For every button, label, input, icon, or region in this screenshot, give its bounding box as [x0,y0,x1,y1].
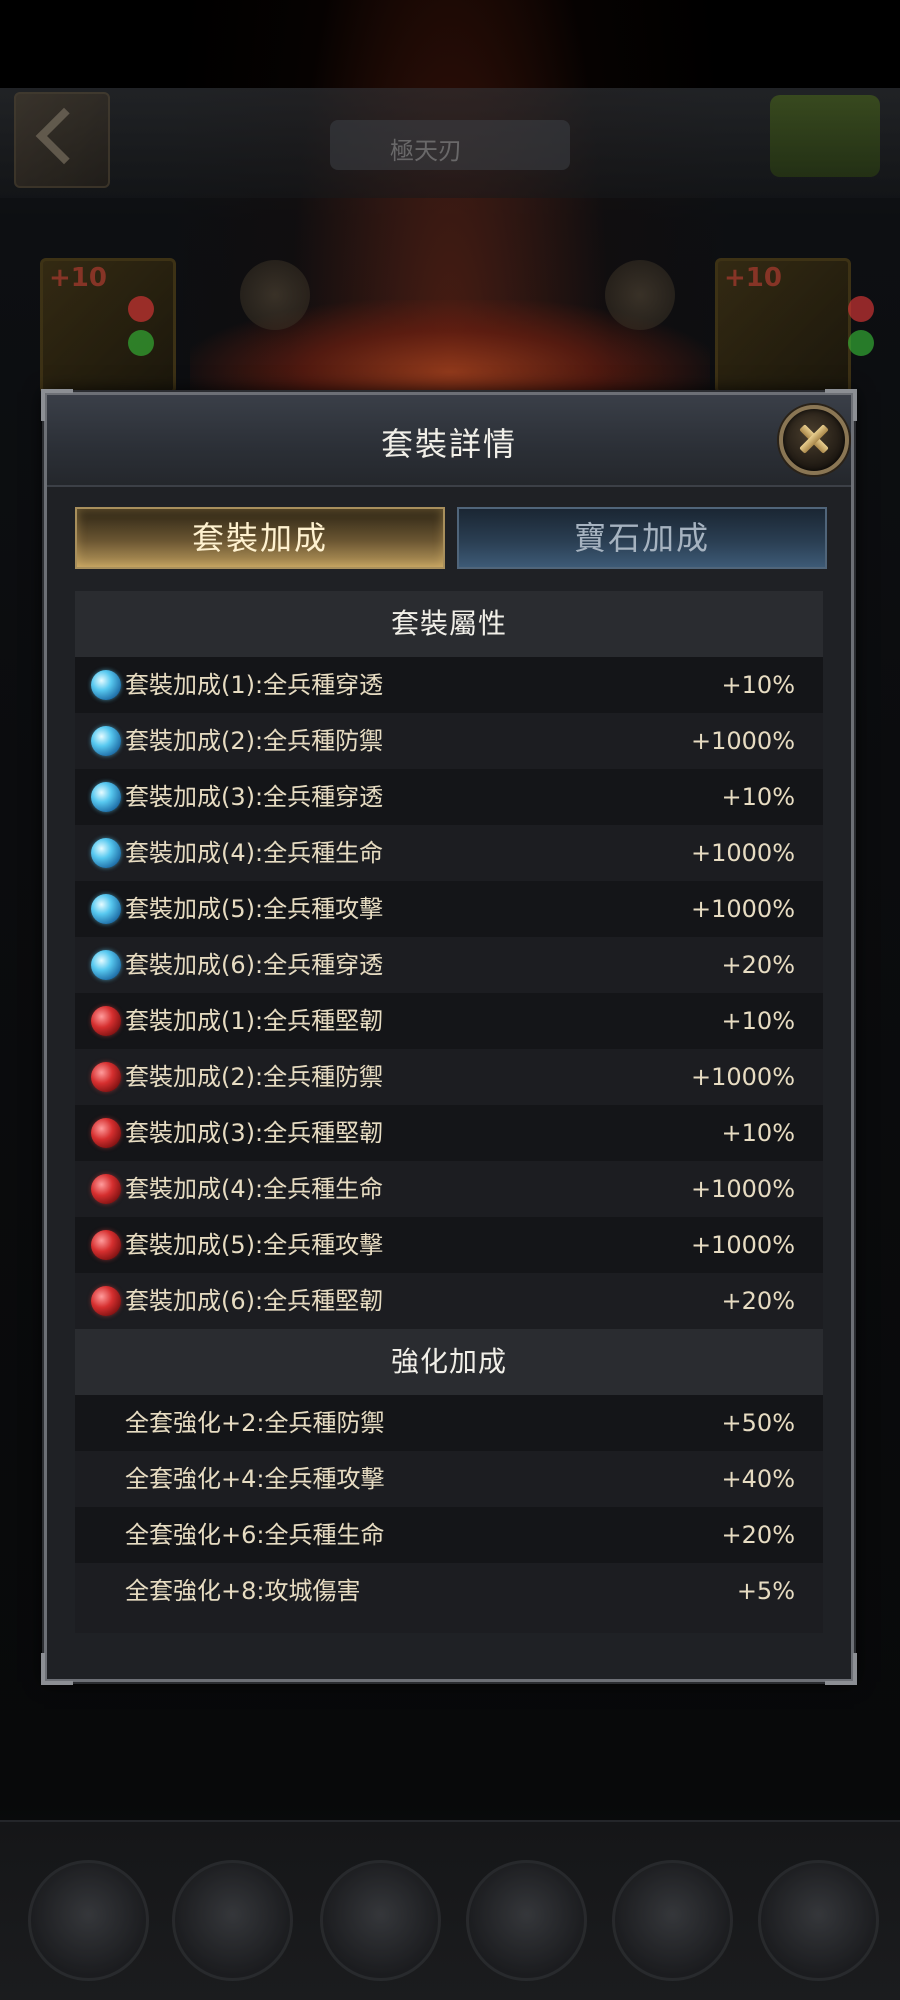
bonus-label: 套裝加成(4):全兵種生命 [125,839,384,867]
bonus-value: +10% [721,783,795,811]
bonus-value: +1000% [691,895,795,923]
bonus-value: +1000% [691,1231,795,1259]
enhance-value: +5% [736,1577,795,1605]
close-button[interactable] [779,405,849,475]
bonus-value: +20% [721,951,795,979]
bottom-nav-icon [320,1860,441,1981]
list-item: 全套強化+8:攻城傷害 +5% [75,1563,823,1619]
green-gem-icon [128,330,154,356]
blue-gem-icon [91,894,121,924]
red-gem-icon [128,296,154,322]
dialog-title: 套裝詳情 [380,425,517,463]
tab-set-bonus[interactable]: 套裝加成 [75,507,445,569]
bottom-nav-icon [612,1860,733,1981]
bonus-label: 套裝加成(5):全兵種攻擊 [125,1231,384,1259]
background-medal-icon [240,260,310,330]
frame-corner [41,1653,73,1685]
list-item: 全套強化+4:全兵種攻擊 +40% [75,1451,823,1507]
bottom-nav-icon [758,1860,879,1981]
equipment-slot-left: +10 [40,258,176,394]
blue-gem-icon [91,782,121,812]
tab-gem-bonus[interactable]: 寶石加成 [457,507,827,569]
enhance-value: +40% [721,1465,795,1493]
bonus-value: +1000% [691,1063,795,1091]
bonus-label: 套裝加成(3):全兵種堅韌 [125,1119,384,1147]
bottom-nav-icon [28,1860,149,1981]
bonus-value: +1000% [691,1175,795,1203]
set-details-dialog: 套裝詳情 套裝加成 寶石加成 套裝屬性 套裝加成(1):全兵種穿透 +10% 套… [41,389,857,1685]
list-item: 套裝加成(4):全兵種生命 +1000% [75,1161,823,1217]
list-bottom-padding [75,1619,823,1633]
bonus-label: 套裝加成(3):全兵種穿透 [125,783,384,811]
list-item: 全套強化+6:全兵種生命 +20% [75,1507,823,1563]
bonus-value: +1000% [691,727,795,755]
bottom-nav-icon [172,1860,293,1981]
bonus-label: 套裝加成(2):全兵種防禦 [125,727,384,755]
gamepad-icon [770,95,880,177]
enhance-label: 全套強化+4:全兵種攻擊 [125,1465,385,1493]
list-item: 全套強化+2:全兵種防禦 +50% [75,1395,823,1451]
blue-gem-icon [91,726,121,756]
section-header-set-attributes: 套裝屬性 [75,591,823,657]
list-item: 套裝加成(5):全兵種攻擊 +1000% [75,1217,823,1273]
list-item: 套裝加成(6):全兵種堅韌 +20% [75,1273,823,1329]
enhance-value: +20% [721,1521,795,1549]
bottom-nav-icon [466,1860,587,1981]
bonus-label: 套裝加成(1):全兵種堅韌 [125,1007,384,1035]
bonus-label: 套裝加成(6):全兵種穿透 [125,951,384,979]
slot-badge: +10 [49,263,107,293]
red-gem-icon [91,1006,121,1036]
blue-gem-icon [91,670,121,700]
list-item: 套裝加成(3):全兵種堅韌 +10% [75,1105,823,1161]
bonus-value: +10% [721,671,795,699]
frame-corner [825,1653,857,1685]
enhance-label: 全套強化+8:攻城傷害 [125,1577,361,1605]
back-arrow-icon [14,92,110,188]
red-gem-icon [91,1230,121,1260]
list-item: 套裝加成(5):全兵種攻擊 +1000% [75,881,823,937]
list-item: 套裝加成(1):全兵種穿透 +10% [75,657,823,713]
list-item: 套裝加成(2):全兵種防禦 +1000% [75,713,823,769]
bonus-label: 套裝加成(4):全兵種生命 [125,1175,384,1203]
enhance-value: +50% [721,1409,795,1437]
bonus-label: 套裝加成(2):全兵種防禦 [125,1063,384,1091]
red-gem-icon [848,296,874,322]
section-header-enhance-bonus: 強化加成 [75,1329,823,1395]
blue-gem-icon [91,950,121,980]
list-item: 套裝加成(1):全兵種堅韌 +10% [75,993,823,1049]
background-medal-icon [605,260,675,330]
slot-badge: +10 [724,263,782,293]
red-gem-icon [91,1286,121,1316]
red-gem-icon [91,1118,121,1148]
screen: 極天刃 +10 +10 套裝詳情 套裝加成 寶石加成 套裝屬性 套裝加成(1):… [0,0,900,2000]
red-gem-icon [91,1062,121,1092]
list-item: 套裝加成(6):全兵種穿透 +20% [75,937,823,993]
bonus-label: 套裝加成(6):全兵種堅韌 [125,1287,384,1315]
red-gem-icon [91,1174,121,1204]
list-item: 套裝加成(2):全兵種防禦 +1000% [75,1049,823,1105]
bonus-list[interactable]: 套裝屬性 套裝加成(1):全兵種穿透 +10% 套裝加成(2):全兵種防禦 +1… [75,591,823,1633]
enhance-label: 全套強化+2:全兵種防禦 [125,1409,385,1437]
enhance-label: 全套強化+6:全兵種生命 [125,1521,385,1549]
bonus-value: +10% [721,1119,795,1147]
dialog-header: 套裝詳情 [47,395,851,487]
equipment-slot-right: +10 [715,258,851,394]
background-title: 極天刃 [390,137,462,165]
bonus-value: +10% [721,1007,795,1035]
blue-gem-icon [91,838,121,868]
bonus-label: 套裝加成(5):全兵種攻擊 [125,895,384,923]
bonus-value: +1000% [691,839,795,867]
list-item: 套裝加成(4):全兵種生命 +1000% [75,825,823,881]
green-gem-icon [848,330,874,356]
list-item: 套裝加成(3):全兵種穿透 +10% [75,769,823,825]
bonus-value: +20% [721,1287,795,1315]
bonus-label: 套裝加成(1):全兵種穿透 [125,671,384,699]
